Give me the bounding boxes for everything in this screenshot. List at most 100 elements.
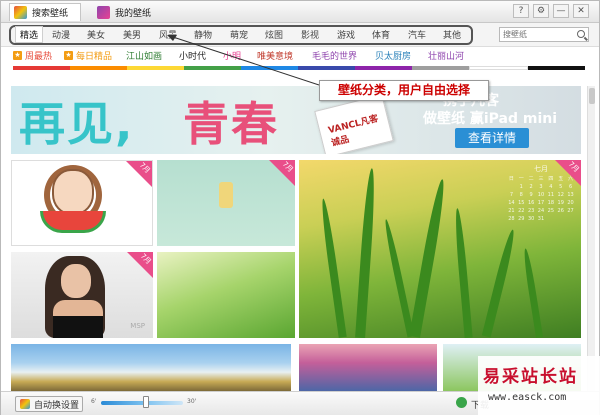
category-pets[interactable]: 萌宠 (230, 28, 248, 41)
topic-weekly-hot[interactable]: ★ 周最热 (13, 49, 52, 62)
wallpaper-tile-cartoon-girl[interactable]: 7月 (11, 160, 153, 246)
wallpaper-tile-woman[interactable]: MSP 7月 (11, 252, 153, 338)
search-input[interactable] (500, 28, 572, 41)
topic-label: 周最热 (25, 52, 53, 62)
auto-change-settings-button[interactable]: 自动换设置 (15, 396, 83, 412)
scrollbar-thumb[interactable] (589, 88, 595, 104)
view-details-button[interactable]: 查看详情 (455, 128, 529, 148)
calendar-day: 26 (557, 208, 564, 214)
topic-label: 每日精品 (76, 52, 113, 62)
calendar-day: 二 (528, 176, 534, 182)
category-selected[interactable]: 精选 (15, 26, 44, 43)
category-sports[interactable]: 体育 (372, 28, 390, 41)
calendar-day: 29 (518, 216, 525, 222)
calendar-day: 27 (567, 208, 574, 214)
wallpaper-tile-grass-calendar[interactable]: 七月 日一二三四五六 1 2 3 4 5 6 7 8 9 10 11 12 13 14 15 16 17 18 19 2… (299, 160, 581, 338)
color-yellow[interactable] (127, 66, 184, 70)
annotation-callout: 壁纸分类，用户自由选择 (319, 80, 489, 101)
help-button[interactable]: ? (513, 4, 529, 18)
calendar-day: 10 (537, 192, 545, 198)
topic-aesthetic[interactable]: 唯美意境 (257, 49, 293, 62)
calendar-day: 12 (557, 192, 564, 198)
category-cool[interactable]: 炫图 (265, 28, 283, 41)
color-gray[interactable] (412, 66, 469, 70)
hot-icon: ★ (13, 51, 22, 60)
category-cars[interactable]: 汽车 (408, 28, 426, 41)
calendar-day: 23 (527, 208, 535, 214)
auto-change-icon (20, 399, 30, 409)
color-black[interactable] (528, 66, 585, 70)
watermelon-image (40, 211, 106, 233)
topic-daily-pick[interactable]: ★ 每日精品 (64, 49, 112, 62)
color-green[interactable] (184, 66, 241, 70)
topic-row: ★ 周最热 ★ 每日精品 江山如画 小时代 小明 唯美意境 毛毛的世界 贝太厨房… (1, 47, 599, 63)
category-games[interactable]: 游戏 (337, 28, 355, 41)
tab-search-wallpaper[interactable]: 搜索壁纸 (9, 3, 81, 21)
calendar-day: 11 (547, 192, 555, 198)
topic-xiaoming[interactable]: 小明 (223, 49, 241, 62)
calendar-day: 30 (527, 216, 535, 222)
scrollbar[interactable] (587, 86, 595, 391)
category-anime[interactable]: 动漫 (52, 28, 70, 41)
color-indigo[interactable] (298, 66, 355, 70)
my-wallpaper-icon (97, 5, 110, 19)
tab-my-wallpaper[interactable]: 我的壁纸 (93, 3, 169, 21)
color-white[interactable] (469, 66, 528, 70)
wallpaper-grid: 再见, 青春 VANCL凡客诚品 携手凡客 做壁纸 赢iPad mini 查看详… (11, 86, 583, 391)
slider-max-label: 30' (187, 398, 197, 405)
download-icon[interactable] (456, 397, 467, 408)
daily-icon: ★ (64, 51, 73, 60)
calendar-day: 20 (567, 200, 574, 206)
watermark-title: 易采站长站 (483, 367, 578, 387)
vancl-package-image: VANCL凡客诚品 (314, 94, 394, 154)
wallpaper-app-icon (14, 6, 27, 19)
settings-button[interactable]: ⚙ (533, 4, 549, 18)
calendar-day: 14 (508, 200, 515, 206)
topic-kitchen[interactable]: 贝太厨房 (375, 49, 411, 62)
banner-promo-line2: 做壁纸 赢iPad mini (423, 111, 558, 127)
search-box (499, 27, 589, 42)
title-bar: 搜索壁纸 我的壁纸 ? ⚙ — ✕ (1, 1, 599, 23)
topic-landscape[interactable]: 江山如画 (126, 49, 162, 62)
search-icon[interactable] (577, 30, 585, 38)
site-watermark: 易采站长站 www.easck.com (478, 356, 600, 415)
wallpaper-tile-green-field[interactable] (157, 252, 295, 338)
color-blue[interactable] (241, 66, 298, 70)
wallpaper-tile-sunset-lake[interactable] (299, 344, 437, 391)
color-orange[interactable] (70, 66, 127, 70)
category-handsome[interactable]: 美男 (123, 28, 141, 41)
calendar-day: 16 (527, 200, 535, 206)
category-still-life[interactable]: 静物 (194, 28, 212, 41)
calendar-day: 28 (508, 216, 515, 222)
category-bar: 精选 动漫 美女 美男 风景 静物 萌宠 炫图 影视 游戏 体育 汽车 其他 (1, 23, 599, 47)
watermark-url: www.easck.com (488, 392, 567, 403)
minimize-button[interactable]: — (553, 4, 569, 18)
interval-slider[interactable] (101, 396, 183, 408)
calendar-day: 9 (529, 192, 533, 198)
calendar-day: 3 (539, 184, 543, 190)
category-scenery[interactable]: 风景 (159, 28, 177, 41)
calendar-day: 19 (557, 200, 564, 206)
calendar-day: 24 (537, 208, 545, 214)
banner-title-part2: 青春 (183, 97, 279, 151)
color-filter-strip (13, 66, 585, 70)
promo-banner[interactable]: 再见, 青春 VANCL凡客诚品 携手凡客 做壁纸 赢iPad mini 查看详… (11, 86, 581, 154)
calendar-day: 2 (529, 184, 533, 190)
category-beauty[interactable]: 美女 (87, 28, 105, 41)
calendar-day: 13 (567, 192, 574, 198)
topic-maomao-world[interactable]: 毛毛的世界 (312, 49, 357, 62)
calendar-day: 四 (548, 176, 554, 182)
color-purple[interactable] (355, 66, 412, 70)
wallpaper-tile-mint[interactable]: 7月 (157, 160, 295, 246)
calendar-day (507, 184, 516, 191)
color-red[interactable] (13, 66, 70, 70)
calendar-day: 4 (549, 184, 553, 190)
slider-knob[interactable] (143, 396, 150, 408)
topic-tiny-times[interactable]: 小时代 (179, 49, 206, 62)
calendar-day: 31 (537, 216, 545, 222)
wallpaper-tile-autumn-trees[interactable] (11, 344, 291, 391)
category-other[interactable]: 其他 (443, 28, 461, 41)
topic-mountains[interactable]: 壮丽山河 (428, 49, 464, 62)
category-movies[interactable]: 影视 (301, 28, 319, 41)
close-button[interactable]: ✕ (573, 4, 589, 18)
